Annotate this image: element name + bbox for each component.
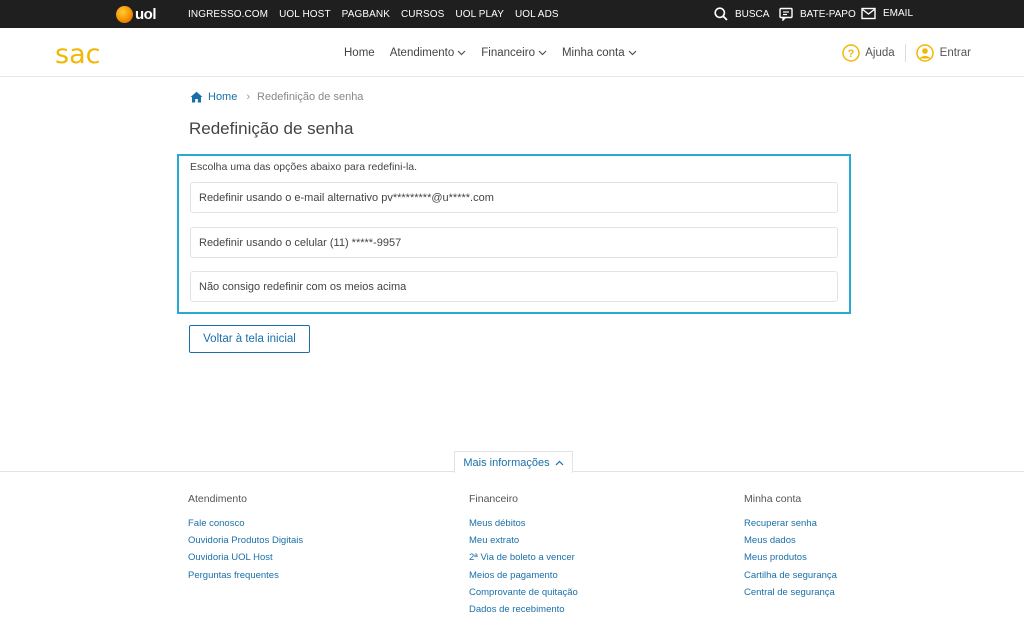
envelope-icon <box>861 7 876 20</box>
chevron-down-icon <box>628 50 637 55</box>
nav-atendimento-label: Atendimento <box>389 46 455 59</box>
svg-text:?: ? <box>848 48 855 60</box>
ajuda-label: Ajuda <box>865 46 895 59</box>
main-nav: Home Atendimento Financeiro Minha conta <box>344 28 652 77</box>
nav-minha-conta-label: Minha conta <box>561 46 625 59</box>
entrar-button[interactable]: Entrar <box>915 43 971 62</box>
footer-link-comprovante[interactable]: Comprovante de quitação <box>469 584 578 601</box>
breadcrumb-home[interactable]: Home <box>208 91 237 103</box>
option-email-alternativo[interactable]: Redefinir usando o e-mail alternativo pv… <box>190 182 838 213</box>
home-icon <box>190 91 203 103</box>
user-icon <box>915 43 934 62</box>
nav-atendimento[interactable]: Atendimento <box>390 47 467 59</box>
nav-financeiro-label: Financeiro <box>481 46 535 59</box>
footer-link-meus-dados[interactable]: Meus dados <box>744 532 837 549</box>
breadcrumb: Home › Redefinição de senha <box>190 91 363 103</box>
header-divider <box>904 43 906 62</box>
footer-col-atendimento: Atendimento Fale conosco Ouvidoria Produ… <box>188 493 303 584</box>
breadcrumb-current: Redefinição de senha <box>257 91 364 103</box>
bate-papo-button[interactable]: BATE-PAPO <box>779 7 856 21</box>
footer-col-financeiro: Financeiro Meus débitos Meu extrato 2ª V… <box>469 493 578 618</box>
footer-link-cartilha[interactable]: Cartilha de segurança <box>744 567 837 584</box>
more-info-toggle[interactable]: Mais informações <box>454 451 573 473</box>
footer-link-meus-produtos[interactable]: Meus produtos <box>744 549 837 566</box>
site-header: sac Home Atendimento Financeiro Minha co… <box>0 28 1024 77</box>
nav-minha-conta[interactable]: Minha conta <box>562 47 637 59</box>
reset-options-panel: Escolha uma das opções abaixo para redef… <box>177 154 851 314</box>
footer-link-dados-recebimento[interactable]: Dados de recebimento <box>469 601 578 618</box>
footer-link-meios-pagamento[interactable]: Meios de pagamento <box>469 567 578 584</box>
footer-link-meu-extrato[interactable]: Meu extrato <box>469 532 578 549</box>
footer-link-ouvidoria-uol-host[interactable]: Ouvidoria UOL Host <box>188 549 303 566</box>
option-celular-label: Redefinir usando o celular (11) *****-99… <box>199 236 402 249</box>
uol-logo-text: uol <box>135 5 157 23</box>
footer-link-recuperar-senha[interactable]: Recuperar senha <box>744 515 837 532</box>
options-intro: Escolha uma das opções abaixo para redef… <box>190 161 418 173</box>
option-nao-consigo[interactable]: Não consigo redefinir com os meios acima <box>190 271 838 302</box>
search-icon <box>714 7 728 21</box>
top-bar: uol INGRESSO.COM UOL HOST PAGBANK CURSOS… <box>0 0 1024 28</box>
page-title: Redefinição de senha <box>189 119 354 138</box>
chevron-down-icon <box>457 50 466 55</box>
footer-link-central-seguranca[interactable]: Central de segurança <box>744 584 837 601</box>
chevron-down-icon <box>538 50 547 55</box>
more-info-label: Mais informações <box>463 456 550 469</box>
footer-link-meus-debitos[interactable]: Meus débitos <box>469 515 578 532</box>
busca-button[interactable]: BUSCA <box>714 7 769 21</box>
chevron-right-icon: › <box>246 91 251 103</box>
help-icon: ? <box>842 43 860 62</box>
footer-link-perguntas[interactable]: Perguntas frequentes <box>188 567 303 584</box>
entrar-label: Entrar <box>939 46 971 59</box>
footer-col-title: Minha conta <box>744 493 802 505</box>
nav-financeiro[interactable]: Financeiro <box>481 47 547 59</box>
footer-link-ouvidoria-produtos[interactable]: Ouvidoria Produtos Digitais <box>188 532 303 549</box>
nav-home-label: Home <box>344 46 375 59</box>
top-link-pagbank[interactable]: PAGBANK <box>342 9 390 20</box>
nav-home[interactable]: Home <box>344 47 375 59</box>
footer-col-title: Atendimento <box>188 493 247 505</box>
bate-papo-label: BATE-PAPO <box>800 8 856 20</box>
option-nao-consigo-label: Não consigo redefinir com os meios acima <box>199 280 407 293</box>
top-link-ingresso[interactable]: INGRESSO.COM <box>188 9 268 20</box>
option-celular[interactable]: Redefinir usando o celular (11) *****-99… <box>190 227 838 258</box>
email-button[interactable]: EMAIL <box>861 7 913 20</box>
footer-col-minha-conta: Minha conta Recuperar senha Meus dados M… <box>744 493 837 601</box>
ajuda-button[interactable]: ? Ajuda <box>842 43 895 62</box>
uol-ball-icon <box>116 5 133 23</box>
header-right: ? Ajuda Entrar <box>842 28 971 77</box>
top-link-uol-ads[interactable]: UOL ADS <box>515 9 559 20</box>
footer-link-segunda-via[interactable]: 2ª Via de boleto a vencer <box>469 549 578 566</box>
footer-col-title: Financeiro <box>469 493 519 505</box>
sac-logo[interactable]: sac <box>55 39 100 70</box>
top-link-uol-play[interactable]: UOL PLAY <box>455 9 504 20</box>
email-label: EMAIL <box>883 8 914 19</box>
top-link-cursos[interactable]: CURSOS <box>401 9 444 20</box>
busca-label: BUSCA <box>735 8 770 20</box>
top-links: INGRESSO.COM UOL HOST PAGBANK CURSOS UOL… <box>188 0 570 28</box>
option-email-label: Redefinir usando o e-mail alternativo pv… <box>199 191 494 204</box>
footer-link-fale-conosco[interactable]: Fale conosco <box>188 515 303 532</box>
chevron-up-icon <box>555 460 564 465</box>
back-to-home-button[interactable]: Voltar à tela inicial <box>189 325 310 353</box>
uol-logo[interactable]: uol <box>116 5 157 23</box>
chat-icon <box>779 7 793 21</box>
top-link-uol-host[interactable]: UOL HOST <box>279 9 331 20</box>
